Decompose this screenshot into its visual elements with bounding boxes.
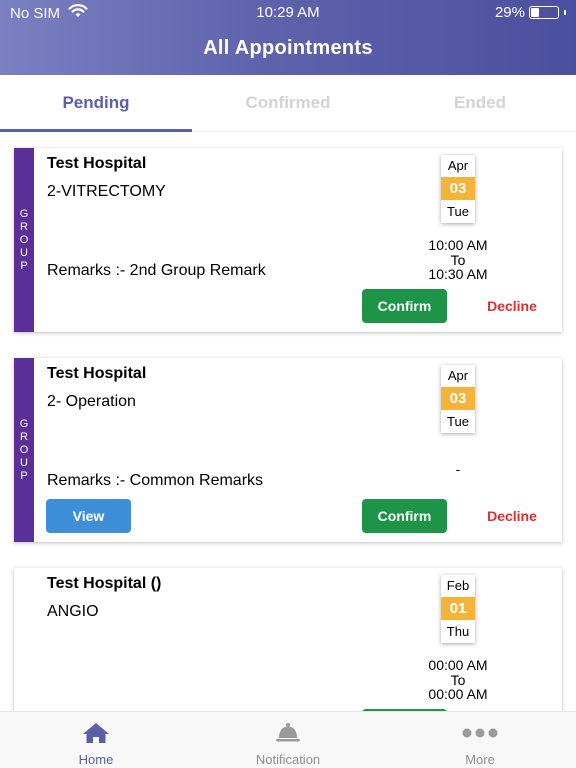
appointment-tabs: Pending Confirmed Ended	[0, 75, 576, 132]
hospital-name: Test Hospital	[47, 155, 147, 172]
date-weekday: Thu	[446, 624, 470, 639]
home-icon	[0, 722, 192, 744]
confirm-button[interactable]: Confirm	[362, 289, 447, 323]
date-badge: Apr 03 Tue	[441, 365, 475, 433]
tab-ended[interactable]: Ended	[384, 75, 576, 132]
confirm-button[interactable]: Confirm	[362, 499, 447, 533]
appointment-card[interactable]: G R O U P Test Hospital 2- Operation Rem…	[14, 358, 562, 542]
status-bar: No SIM 10:29 AM 29%	[0, 0, 576, 24]
group-letter: O	[19, 443, 29, 456]
remarks-text: Remarks :- 2nd Group Remark	[47, 262, 266, 279]
time-placeholder: -	[455, 461, 461, 477]
time-range: -	[414, 462, 502, 477]
hospital-name: Test Hospital ()	[47, 575, 162, 592]
date-month: Apr	[447, 158, 469, 173]
tab-confirmed[interactable]: Confirmed	[192, 75, 384, 132]
date-day: 03	[441, 177, 475, 200]
battery-icon	[529, 6, 559, 19]
group-letter: P	[20, 469, 28, 482]
nav-label: More	[465, 752, 495, 767]
page-title: All Appointments	[203, 37, 373, 59]
bell-icon	[192, 722, 384, 744]
group-letter: G	[19, 417, 29, 430]
decline-button[interactable]: Decline	[474, 289, 550, 323]
appointment-list[interactable]: G R O U P Test Hospital 2-VITRECTOMY Rem…	[0, 133, 576, 711]
nav-label: Notification	[255, 752, 321, 767]
group-letter: G	[19, 207, 29, 220]
app-header: No SIM 10:29 AM 29% All Appointments	[0, 0, 576, 75]
date-weekday: Tue	[447, 414, 469, 429]
status-time: 10:29 AM	[256, 4, 320, 21]
group-letter: P	[20, 259, 28, 272]
date-day: 03	[441, 387, 475, 410]
date-weekday: Tue	[447, 204, 469, 219]
group-letter: O	[19, 233, 29, 246]
nav-home[interactable]: Home	[0, 712, 192, 768]
battery-fill	[531, 8, 539, 17]
remarks-text: Remarks :- Common Remarks	[47, 472, 264, 489]
time-range: 10:00 AM To 10:30 AM	[414, 238, 502, 282]
battery-tip	[564, 10, 566, 15]
nav-more[interactable]: More	[384, 712, 576, 768]
battery-percent: 29%	[494, 4, 525, 21]
time-to: 10:30 AM	[428, 266, 488, 282]
group-badge: G R O U P	[14, 358, 34, 542]
group-letter: R	[20, 430, 28, 443]
time-range: 00:00 AM To 00:00 AM	[414, 658, 502, 702]
active-tab-indicator	[0, 129, 192, 132]
view-button[interactable]: View	[46, 499, 131, 533]
date-month: Feb	[446, 578, 470, 593]
procedure-name: 2- Operation	[47, 393, 136, 410]
date-month: Apr	[447, 368, 469, 383]
date-badge: Feb 01 Thu	[441, 575, 475, 643]
hospital-name: Test Hospital	[47, 365, 147, 382]
appointment-card[interactable]: G R O U P Test Hospital 2-VITRECTOMY Rem…	[14, 148, 562, 332]
time-to: 00:00 AM	[428, 686, 488, 702]
procedure-name: 2-VITRECTOMY	[47, 183, 166, 200]
time-separator: To	[450, 251, 466, 268]
date-badge: Apr 03 Tue	[441, 155, 475, 223]
group-badge: G R O U P	[14, 148, 34, 332]
nav-notification[interactable]: Notification	[192, 712, 384, 768]
group-letter: U	[20, 246, 28, 259]
group-letter: R	[20, 220, 28, 233]
nav-label: Home	[78, 752, 114, 767]
appointment-card[interactable]: Test Hospital () ANGIO Feb 01 Thu 00:00 …	[14, 568, 562, 711]
status-right: 29%	[495, 4, 566, 21]
tab-pending[interactable]: Pending	[0, 75, 192, 132]
time-separator: To	[450, 671, 466, 688]
time-from: 10:00 AM	[428, 237, 488, 253]
procedure-name: ANGIO	[47, 603, 99, 620]
decline-button[interactable]: Decline	[474, 499, 550, 533]
more-icon	[384, 722, 576, 744]
group-letter: U	[20, 456, 28, 469]
bottom-nav: Home Notification More	[0, 711, 576, 768]
date-day: 01	[441, 597, 475, 620]
time-from: 00:00 AM	[428, 657, 488, 673]
